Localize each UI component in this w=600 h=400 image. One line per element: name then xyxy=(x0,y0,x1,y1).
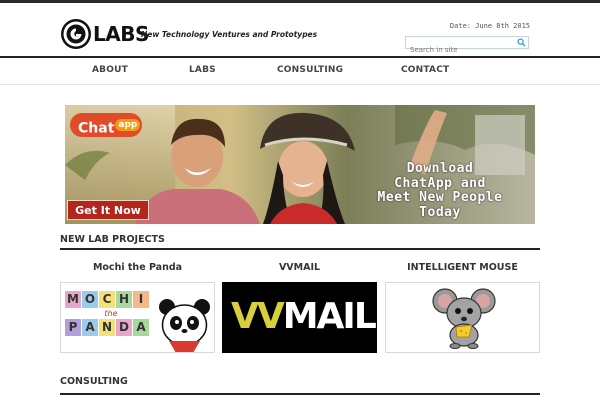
section-title-lab-projects: NEW LAB PROJECTS xyxy=(60,234,165,245)
mochi-letter: O xyxy=(82,291,98,308)
nav-divider xyxy=(0,84,600,85)
header-divider xyxy=(0,56,600,58)
get-it-now-button[interactable]: Get It Now xyxy=(67,200,149,220)
main-nav: ABOUT LABS CONSULTING CONTACT xyxy=(0,60,600,82)
site-logo[interactable]: LABS xyxy=(61,17,149,51)
headline-line-4: Today xyxy=(419,204,461,220)
headline-line-3: Meet New People xyxy=(377,190,503,205)
mochi-letter: M xyxy=(65,291,81,308)
mochi-the: the xyxy=(104,309,118,318)
chatapp-badge: Chat app xyxy=(70,113,142,137)
top-border xyxy=(0,0,600,3)
mochi-letter: A xyxy=(82,319,98,336)
panda-icon xyxy=(159,299,210,352)
headline-line-1: Download xyxy=(406,161,474,176)
mochi-letter: A xyxy=(133,319,149,336)
nav-item-labs[interactable]: LABS xyxy=(189,65,216,75)
project-card-mochi[interactable]: M O C H I the P A N D A xyxy=(60,282,215,353)
chatapp-banner[interactable]: Chat app Get It Now Download ChatApp and … xyxy=(65,105,535,224)
project-title-mochi[interactable]: Mochi the Panda xyxy=(60,262,215,273)
vvmail-logo-mail: MAIL xyxy=(282,296,376,337)
search-icon[interactable] xyxy=(517,38,526,47)
mochi-letter: N xyxy=(99,319,115,336)
vvmail-logo-vv: VV xyxy=(231,296,285,337)
consulting-divider xyxy=(60,393,540,395)
chatapp-badge-sup: app xyxy=(115,119,141,131)
search-input[interactable] xyxy=(406,44,518,56)
mochi-letter: P xyxy=(65,319,81,336)
current-date: Date: June 8th 2015 xyxy=(449,22,530,30)
mochi-letter: D xyxy=(116,319,132,336)
g-logo-icon xyxy=(61,19,91,49)
nav-item-consulting[interactable]: CONSULTING xyxy=(277,65,343,75)
section-title-consulting: CONSULTING xyxy=(60,376,128,387)
project-card-intelligent-mouse[interactable] xyxy=(385,282,540,353)
vvmail-logo: VVMAIL xyxy=(231,295,376,339)
search-box[interactable] xyxy=(405,36,529,56)
mochi-letter: H xyxy=(116,291,132,308)
banner-headline: Download ChatApp and Meet New People Tod… xyxy=(345,161,535,220)
mochi-letter: C xyxy=(99,291,115,308)
mochi-letter: I xyxy=(133,291,149,308)
lab-projects-divider xyxy=(60,248,540,250)
site-tagline: New Technology Ventures and Prototypes xyxy=(141,30,318,39)
get-it-now-label: Get It Now xyxy=(75,204,141,217)
nav-item-contact[interactable]: CONTACT xyxy=(401,65,449,75)
headline-line-2: ChatApp and xyxy=(394,175,486,191)
project-title-intelligent-mouse[interactable]: INTELLIGENT MOUSE xyxy=(385,262,540,273)
chatapp-badge-text: Chat xyxy=(78,120,115,137)
project-title-vvmail[interactable]: VVMAIL xyxy=(222,262,377,273)
mouse-icon xyxy=(432,288,496,349)
project-card-vvmail[interactable]: VVMAIL xyxy=(222,282,377,353)
mochi-logo: M O C H I the P A N D A xyxy=(65,291,157,336)
nav-item-about[interactable]: ABOUT xyxy=(92,65,128,75)
